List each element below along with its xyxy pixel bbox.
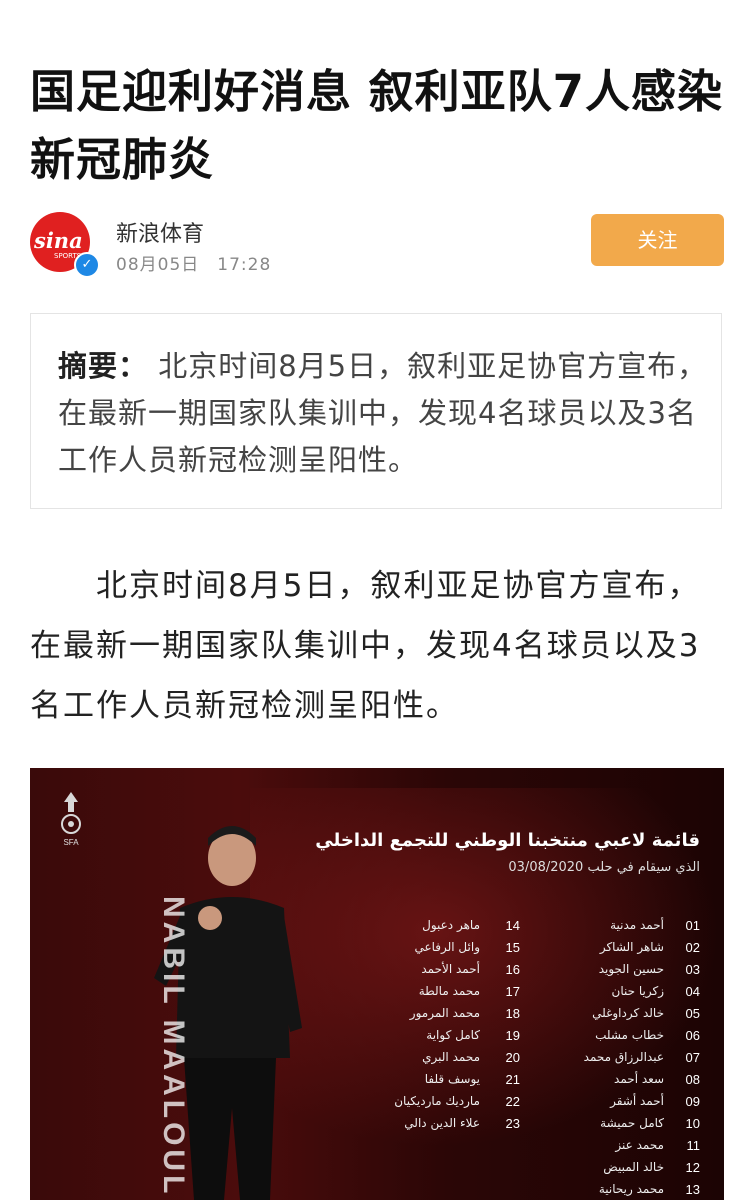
player-number: 12 <box>685 1160 700 1175</box>
player-name: عبدالرزاق محمد <box>583 1050 664 1064</box>
player-number: 05 <box>685 1006 700 1021</box>
player-name: علاء الدين دالي <box>404 1116 480 1130</box>
summary-box: 摘要： 北京时间8月5日，叙利亚足协官方宣布，在最新一期国家队集训中，发现4名球… <box>30 313 722 509</box>
player-row: 13 محمد ريحانية <box>510 1180 700 1200</box>
player-name: أحمد مدنية <box>610 918 664 932</box>
player-number: 02 <box>685 940 700 955</box>
player-number: 16 <box>505 962 520 977</box>
article-headline: 国足迎利好消息 叙利亚队7人感染新冠肺炎 <box>30 65 723 186</box>
article-paragraph: 北京时间8月5日，叙利亚足协官方宣布，在最新一期国家队集训中，发现4名球员以及3… <box>30 568 701 724</box>
player-row: 16 أحمد الأحمد <box>400 960 520 982</box>
player-row: 14 ماهر دعبول <box>400 916 520 938</box>
player-name: محمد عنز <box>615 1138 664 1152</box>
player-number: 03 <box>685 962 700 977</box>
player-number: 04 <box>685 984 700 999</box>
player-row: 18 محمد المرمور <box>400 1004 520 1026</box>
player-row: 15 وائل الرفاعي <box>400 938 520 960</box>
player-number: 01 <box>685 918 700 933</box>
player-row: 11 محمد عنز <box>510 1136 700 1158</box>
player-row: 10 كامل حميشة <box>510 1114 700 1136</box>
player-row: 21 يوسف قلفا <box>400 1070 520 1092</box>
squad-list-column-1: 01 أحمد مدنية 02 شاهر الشاكر 03 حسين الجويد 04… <box>510 916 700 1200</box>
player-number: 06 <box>685 1028 700 1043</box>
player-name: ماردیك ماردیكيان <box>394 1094 480 1108</box>
publish-time: 08月05日 17:28 <box>116 255 272 275</box>
player-row: 23 علاء الدين دالي <box>400 1114 520 1136</box>
squad-list-title: قائمة لاعبي منتخبنا الوطني للتجمع الداخل… <box>315 830 700 851</box>
player-name: خالد المبيض <box>603 1160 664 1174</box>
player-name: محمد البري <box>422 1050 480 1064</box>
follow-button[interactable]: 关注 <box>591 214 724 266</box>
player-row: 12 خالد المبيض <box>510 1158 700 1180</box>
sfa-emblem-text: SFA <box>63 838 79 847</box>
player-name: كامل كواية <box>426 1028 480 1042</box>
player-name: كامل حميشة <box>600 1116 664 1130</box>
player-row: 05 خالد كرداوغلي <box>510 1004 700 1026</box>
sina-logo: sina <box>34 228 83 253</box>
author-name[interactable]: 新浪体育 <box>116 216 204 248</box>
player-name: محمد ريحانية <box>598 1182 664 1196</box>
player-name: شاهر الشاكر <box>599 940 664 954</box>
player-row: 09 أحمد أشقر <box>510 1092 700 1114</box>
player-row: 04 زكريا حنان <box>510 982 700 1004</box>
player-name: محمد مالطة <box>418 984 480 998</box>
player-number: 22 <box>505 1094 520 1109</box>
sfa-emblem-icon: SFA <box>61 792 81 847</box>
player-name: سعد أحمد <box>614 1072 664 1086</box>
player-number: 17 <box>505 984 520 999</box>
player-row: 01 أحمد مدنية <box>510 916 700 938</box>
player-name: محمد المرمور <box>409 1006 480 1020</box>
player-name: حسين الجويد <box>598 962 664 976</box>
player-row: 08 سعد أحمد <box>510 1070 700 1092</box>
summary-text: 摘要： 北京时间8月5日，叙利亚足协官方宣布，在最新一期国家队集训中，发现4名球… <box>58 343 708 484</box>
player-number: 23 <box>505 1116 520 1131</box>
player-row: 06 خطاب مشلب <box>510 1026 700 1048</box>
player-row: 02 شاهر الشاكر <box>510 938 700 960</box>
player-name: يوسف قلفا <box>424 1072 480 1086</box>
player-number: 08 <box>685 1072 700 1087</box>
verified-badge-icon: ✓ <box>74 252 100 278</box>
author-row: sina SPORTS ✓ 新浪体育 08月05日 17:28 关注 <box>30 208 724 278</box>
player-name: ماهر دعبول <box>422 918 480 932</box>
player-number: 18 <box>505 1006 520 1021</box>
player-number: 13 <box>685 1182 700 1197</box>
article-image[interactable]: SFA NABIL MAALOUL قائمة لاعبي منتخبنا ال… <box>30 768 724 1200</box>
player-row: 20 محمد البري <box>400 1048 520 1070</box>
player-name: أحمد أشقر <box>610 1094 664 1108</box>
player-name: وائل الرفاعي <box>414 940 480 954</box>
player-number: 21 <box>505 1072 520 1087</box>
squad-list-column-2: 14 ماهر دعبول 15 وائل الرفاعي 16 أحمد الأحمد 1… <box>394 916 520 1136</box>
squad-list-subtitle: الذي سيقام في حلب 03/08/2020 <box>508 860 700 875</box>
summary-content: 北京时间8月5日，叙利亚足协官方宣布，在最新一期国家队集训中，发现4名球员以及3… <box>58 349 708 477</box>
player-row: 17 محمد مالطة <box>400 982 520 1004</box>
player-number: 07 <box>685 1050 700 1065</box>
player-name: خالد كرداوغلي <box>592 1006 664 1020</box>
player-row: 22 ماردیك ماردیكيان <box>394 1092 520 1114</box>
player-number: 09 <box>685 1094 700 1109</box>
player-number: 10 <box>685 1116 700 1131</box>
player-row: 07 عبدالرزاق محمد <box>510 1048 700 1070</box>
player-name: خطاب مشلب <box>595 1028 664 1042</box>
coach-name-vertical: NABIL MAALOUL <box>157 896 190 1198</box>
player-number: 19 <box>505 1028 520 1043</box>
player-number: 11 <box>686 1138 701 1153</box>
player-number: 20 <box>505 1050 520 1065</box>
player-name: أحمد الأحمد <box>421 962 480 976</box>
player-number: 14 <box>505 918 520 933</box>
player-name: زكريا حنان <box>611 984 664 998</box>
player-number: 15 <box>505 940 520 955</box>
player-row: 03 حسين الجويد <box>510 960 700 982</box>
player-row: 19 كامل كواية <box>400 1026 520 1048</box>
summary-label: 摘要： <box>58 349 149 383</box>
